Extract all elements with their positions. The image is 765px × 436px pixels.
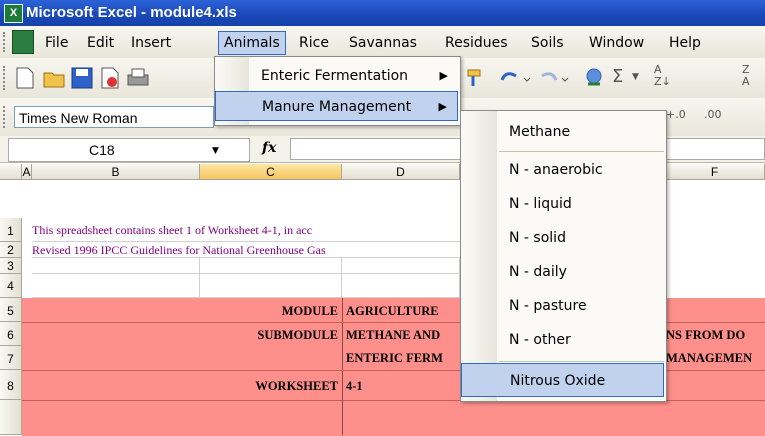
menu-item-n-daily[interactable]: N - daily [461,255,664,289]
menu-item-manure-management[interactable]: Manure Management ▶ [215,91,458,121]
menu-item-label: N - solid [509,230,566,246]
cell-c6[interactable]: SUBMODULE [200,322,338,346]
cell-d8[interactable]: 4-1 [346,370,460,400]
col-header-d[interactable]: D [342,164,460,180]
menu-soils[interactable]: Soils [526,32,569,54]
cell-b2[interactable]: Revised 1996 IPCC Guidelines for Nationa… [32,242,460,258]
row-header[interactable]: 7 [0,346,22,370]
menu-bar: File Edit Insert Animals Rice Savannas R… [0,26,765,59]
row-header[interactable]: 2 [0,242,22,258]
font-name-box[interactable]: Times New Roman [14,106,214,128]
workbook-icon[interactable] [12,30,34,54]
menu-item-n-anaerobic[interactable]: N - anaerobic [461,153,664,187]
submenu-arrow-icon: ▶ [439,69,448,82]
name-box-value: C18 [89,142,115,158]
menu-separator [499,151,664,152]
animals-menu: Enteric Fermentation ▶ Manure Management… [214,56,461,126]
cell-d7[interactable]: ENTERIC FERM [346,346,460,370]
menu-item-label: N - anaerobic [509,162,603,178]
menu-item-label: Nitrous Oxide [510,373,606,389]
sort-ascending-icon[interactable]: A Z↓ [654,64,671,88]
row-header[interactable] [0,400,22,435]
menu-item-nitrous-oxide[interactable]: Nitrous Oxide [461,363,664,397]
header-block-continued [22,400,765,436]
menu-residues[interactable]: Residues [440,32,513,54]
menu-item-n-solid[interactable]: N - solid [461,221,664,255]
menu-item-label: N - daily [509,264,567,280]
col-header-f[interactable]: F [665,164,765,180]
grid-divider [342,298,343,435]
formatting-grip[interactable] [3,106,8,128]
select-all-corner[interactable] [0,164,22,180]
manure-submenu: Methane N - anaerobic N - liquid N - sol… [460,110,667,402]
increase-decimal-icon[interactable]: +.0 [666,108,686,121]
menu-help[interactable]: Help [664,32,706,54]
autosum-dropdown-icon[interactable]: ▼ [632,72,639,82]
menu-item-n-other[interactable]: N - other [461,323,664,357]
menu-item-label: Enteric Fermentation [261,68,409,84]
menu-item-n-liquid[interactable]: N - liquid [461,187,664,221]
menu-animals[interactable]: Animals [218,31,286,55]
menu-item-label: Methane [509,124,571,140]
name-box-dropdown-icon[interactable]: ▼ [212,146,219,156]
menu-savannas[interactable]: Savannas [344,32,422,54]
cell-c3[interactable] [200,258,342,274]
menu-item-label: N - liquid [509,196,572,212]
menu-file[interactable]: File [40,32,73,54]
undo-icon[interactable] [496,66,532,90]
menu-separator [499,361,664,362]
row-header[interactable]: 6 [0,322,22,346]
cell-c5[interactable]: MODULE [200,298,338,322]
cell-d5[interactable]: AGRICULTURE [346,298,460,322]
cell-b3[interactable] [32,258,200,274]
insert-function-icon[interactable]: fx [262,140,276,156]
menu-item-label: Manure Management [262,99,412,115]
menu-item-methane[interactable]: Methane [461,115,664,149]
hyperlink-icon[interactable] [582,66,606,90]
cell-f7[interactable]: MANAGEMEN [666,346,765,370]
menu-item-n-pasture[interactable]: N - pasture [461,289,664,323]
cell-b4[interactable] [32,274,200,298]
row-header[interactable]: 8 [0,370,22,400]
row-header[interactable]: 4 [0,274,22,298]
col-header-b[interactable]: B [32,164,200,180]
open-folder-icon[interactable] [42,66,66,90]
autosum-icon[interactable]: Σ [612,66,623,87]
save-icon[interactable] [70,66,94,90]
window-title: Microsoft Excel - module4.xls [26,4,237,21]
menu-item-label: N - pasture [509,298,587,314]
excel-icon[interactable]: X [4,4,23,23]
redo-icon[interactable] [536,66,572,90]
col-header-a[interactable]: A [22,164,32,180]
submenu-arrow-icon: ▶ [438,100,447,113]
cell-d3[interactable] [342,258,460,274]
menu-insert[interactable]: Insert [126,32,176,54]
sort-descending-icon[interactable]: ZA [742,64,750,88]
cell-d6[interactable]: METHANE AND [346,322,460,346]
menu-window[interactable]: Window [584,32,649,54]
menubar-grip[interactable] [3,32,8,52]
menu-rice[interactable]: Rice [294,32,334,54]
permission-icon[interactable] [98,66,122,90]
row-header[interactable]: 1 [0,218,22,242]
cell-b1[interactable]: This spreadsheet contains sheet 1 of Wor… [32,218,460,242]
title-bar: X Microsoft Excel - module4.xls [0,0,765,26]
cell-f6[interactable]: NS FROM DO [666,322,765,346]
cell-c4[interactable] [200,274,342,298]
print-icon[interactable] [126,66,150,90]
decrease-decimal-icon[interactable]: .00 [704,108,722,121]
row-header[interactable]: 3 [0,258,22,274]
col-header-c[interactable]: C [200,164,342,180]
menu-item-label: N - other [509,332,571,348]
row-header[interactable]: 5 [0,298,22,322]
toolbar-grip[interactable] [3,66,8,90]
cell-d4[interactable] [342,274,460,298]
new-document-icon[interactable] [14,66,36,90]
format-painter-icon[interactable] [462,66,486,90]
menu-edit[interactable]: Edit [82,32,119,54]
menu-item-enteric-fermentation[interactable]: Enteric Fermentation ▶ [215,61,458,91]
cell-c8[interactable]: WORKSHEET [200,370,338,400]
